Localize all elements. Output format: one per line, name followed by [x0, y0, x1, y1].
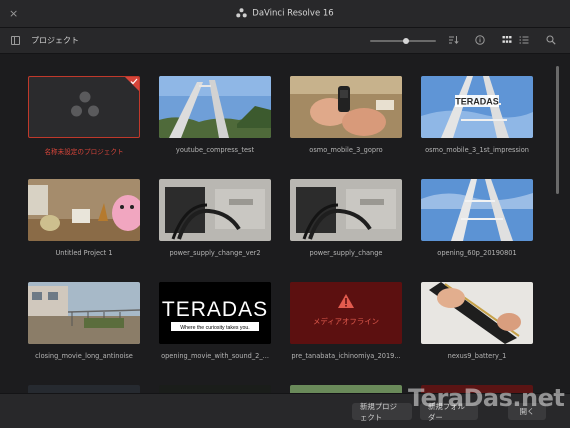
- project-thumbnail: [28, 385, 140, 393]
- project-name: youtube_compress_test: [175, 146, 255, 154]
- davinci-placeholder-icon: [71, 91, 99, 117]
- project-thumbnail: [159, 385, 271, 393]
- project-tile[interactable]: osmo_mobile_3_gopro: [290, 76, 402, 154]
- project-thumbnail: [290, 76, 402, 138]
- toolbar: プロジェクト: [0, 28, 570, 54]
- project-thumbnail: [290, 385, 402, 393]
- project-thumbnail: [28, 282, 140, 344]
- check-icon: [130, 78, 138, 85]
- project-thumbnail: [421, 179, 533, 241]
- tile-title-text: TERADAS: [455, 97, 499, 107]
- watermark-text: TeraDas.net: [408, 384, 565, 412]
- teradas-tagline: Where the curiosity takes you.: [180, 325, 249, 331]
- project-name: osmo_mobile_3_gopro: [309, 146, 383, 154]
- panel-toggle-icon[interactable]: [11, 36, 20, 45]
- title-bar: × DaVinci Resolve 16: [0, 0, 570, 28]
- slider-knob[interactable]: [403, 38, 410, 44]
- window-title-area: DaVinci Resolve 16: [0, 8, 570, 19]
- project-name: osmo_mobile_3_1st_impression: [425, 146, 529, 154]
- project-name: Untitled Project 1: [55, 249, 113, 257]
- project-tile[interactable]: opening_60p_20190801: [421, 179, 533, 257]
- grid-view-icon[interactable]: [501, 34, 513, 46]
- project-tile[interactable]: [290, 385, 402, 393]
- project-tile[interactable]: [159, 385, 271, 393]
- project-tile[interactable]: TERADAS Where the curiosity takes you. o…: [159, 282, 271, 360]
- project-name: closing_movie_long_antinoise: [35, 352, 133, 360]
- project-thumbnail: [421, 282, 533, 344]
- media-offline-text: メディアオフライン: [313, 317, 379, 326]
- project-thumbnail: [159, 179, 271, 241]
- project-name: 名称未設定のプロジェクト: [44, 148, 124, 156]
- project-tile[interactable]: closing_movie_long_antinoise: [28, 282, 140, 360]
- project-tile[interactable]: 名称未設定のプロジェクト: [28, 76, 140, 156]
- page-title: プロジェクト: [31, 36, 79, 45]
- project-tile[interactable]: nexus9_battery_1: [421, 282, 533, 360]
- project-tile[interactable]: メディアオフライン pre_tanabata_ichinomiya_2019..…: [290, 282, 402, 360]
- project-name: power_supply_change_ver2: [169, 249, 261, 257]
- window-title: DaVinci Resolve 16: [252, 8, 334, 19]
- davinci-logo-icon: [236, 8, 247, 18]
- project-tile[interactable]: power_supply_change_ver2: [159, 179, 271, 257]
- project-thumbnail: [159, 76, 271, 138]
- project-thumbnail: TERADAS: [421, 76, 533, 138]
- project-name: pre_tanabata_ichinomiya_2019...: [291, 352, 401, 360]
- project-name: power_supply_change: [309, 249, 383, 257]
- project-thumbnail: [28, 179, 140, 241]
- project-thumbnail: メディアオフライン: [290, 282, 402, 344]
- info-icon[interactable]: [474, 34, 486, 46]
- project-name: nexus9_battery_1: [447, 352, 507, 360]
- teradas-logo-text: TERADAS: [162, 298, 268, 321]
- project-tile[interactable]: youtube_compress_test: [159, 76, 271, 154]
- thumbnail-size-slider[interactable]: [370, 38, 436, 44]
- sort-icon[interactable]: [447, 34, 459, 46]
- project-thumbnail: [290, 179, 402, 241]
- new-project-button[interactable]: 新規プロジェクト: [352, 402, 412, 422]
- project-name: opening_movie_with_sound_2_...: [161, 352, 269, 360]
- project-thumbnail: [28, 76, 140, 138]
- project-tile[interactable]: power_supply_change: [290, 179, 402, 257]
- scrollbar-thumb[interactable]: [556, 66, 559, 194]
- search-icon[interactable]: [545, 34, 557, 46]
- project-tile[interactable]: [28, 385, 140, 393]
- project-name: opening_60p_20190801: [437, 249, 517, 257]
- project-thumbnail: TERADAS Where the curiosity takes you.: [159, 282, 271, 344]
- project-tile[interactable]: Untitled Project 1: [28, 179, 140, 257]
- list-view-icon[interactable]: [518, 34, 530, 46]
- project-tile[interactable]: TERADAS osmo_mobile_3_1st_impression: [421, 76, 533, 154]
- project-grid: 名称未設定のプロジェクト youtube_compress_test osmo_…: [0, 55, 570, 393]
